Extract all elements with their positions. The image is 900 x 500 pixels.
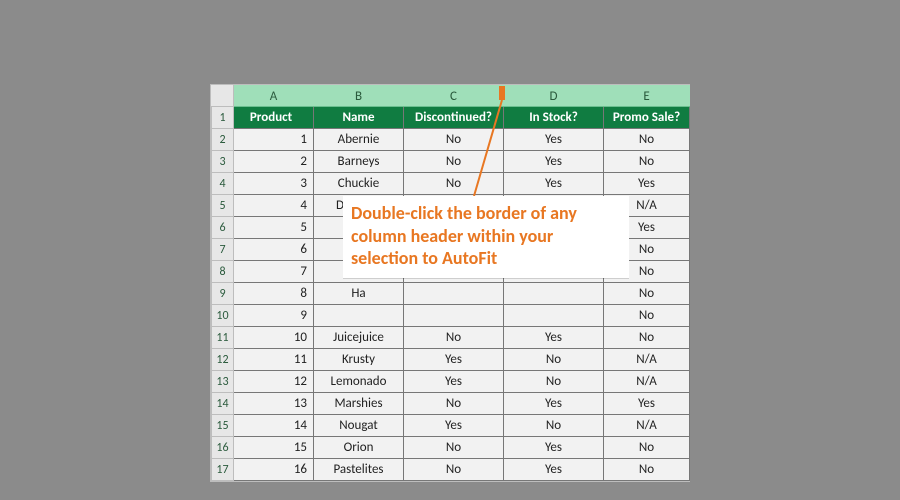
cell[interactable]: No [504, 415, 604, 437]
cell[interactable]: 14 [234, 415, 314, 437]
row-header[interactable]: 1 [212, 107, 234, 129]
cell[interactable]: No [404, 393, 504, 415]
column-header-B[interactable]: B [314, 86, 404, 107]
row-header[interactable]: 3 [212, 151, 234, 173]
cell[interactable]: Yes [504, 327, 604, 349]
cell[interactable]: 11 [234, 349, 314, 371]
cell[interactable]: Yes [404, 415, 504, 437]
row-header[interactable]: 10 [212, 305, 234, 327]
cell[interactable]: Abernie [314, 129, 404, 151]
cell[interactable]: No [404, 437, 504, 459]
row-header[interactable]: 13 [212, 371, 234, 393]
row-header[interactable]: 11 [212, 327, 234, 349]
row-header[interactable]: 16 [212, 437, 234, 459]
cell[interactable]: Yes [504, 459, 604, 481]
cell[interactable]: No [404, 327, 504, 349]
cell[interactable]: No [504, 371, 604, 393]
row-header[interactable]: 5 [212, 195, 234, 217]
cell[interactable]: 16 [234, 459, 314, 481]
cell[interactable]: 8 [234, 283, 314, 305]
cell[interactable]: Yes [504, 437, 604, 459]
cell[interactable]: 1 [234, 129, 314, 151]
select-all-corner[interactable] [212, 86, 234, 107]
autofit-callout: Double-click the border of any column he… [343, 196, 629, 278]
row-header[interactable]: 9 [212, 283, 234, 305]
cell[interactable]: No [604, 305, 690, 327]
row-header[interactable]: 14 [212, 393, 234, 415]
cell[interactable]: 3 [234, 173, 314, 195]
cell[interactable] [504, 283, 604, 305]
cell[interactable]: N/A [604, 371, 690, 393]
cell[interactable]: No [604, 459, 690, 481]
row-header[interactable]: 12 [212, 349, 234, 371]
cell[interactable]: 4 [234, 195, 314, 217]
cell[interactable]: No [404, 459, 504, 481]
cell[interactable]: Yes [404, 371, 504, 393]
cell[interactable]: N/A [604, 415, 690, 437]
row-header[interactable]: 2 [212, 129, 234, 151]
cell[interactable]: 10 [234, 327, 314, 349]
cell[interactable]: Krusty [314, 349, 404, 371]
cell[interactable]: Nougat [314, 415, 404, 437]
cell[interactable]: Yes [604, 393, 690, 415]
cell[interactable]: 6 [234, 239, 314, 261]
cell[interactable]: Ha [314, 283, 404, 305]
cell[interactable]: No [604, 129, 690, 151]
cell[interactable]: 15 [234, 437, 314, 459]
cell[interactable] [314, 305, 404, 327]
column-header-A[interactable]: A [234, 86, 314, 107]
cell[interactable]: No [604, 327, 690, 349]
cell[interactable]: Barneys [314, 151, 404, 173]
table-header-cell[interactable]: Promo Sale? [604, 107, 690, 129]
cell[interactable]: Yes [504, 173, 604, 195]
cell[interactable]: 5 [234, 217, 314, 239]
cell[interactable]: 12 [234, 371, 314, 393]
cell[interactable] [404, 305, 504, 327]
cell[interactable]: 2 [234, 151, 314, 173]
row-header[interactable]: 6 [212, 217, 234, 239]
table-header-cell[interactable]: In Stock? [504, 107, 604, 129]
column-header-D[interactable]: D [504, 86, 604, 107]
row-header[interactable]: 4 [212, 173, 234, 195]
table-header-cell[interactable]: Name [314, 107, 404, 129]
table-header-cell[interactable]: Product [234, 107, 314, 129]
cell[interactable]: Yes [504, 151, 604, 173]
cell[interactable]: Pastelites [314, 459, 404, 481]
row-header[interactable]: 15 [212, 415, 234, 437]
cell[interactable]: No [604, 437, 690, 459]
cell[interactable] [404, 283, 504, 305]
cell[interactable]: 7 [234, 261, 314, 283]
cell[interactable]: 9 [234, 305, 314, 327]
cell[interactable]: No [404, 129, 504, 151]
cell[interactable]: Yes [604, 173, 690, 195]
row-header[interactable]: 17 [212, 459, 234, 481]
row-header[interactable]: 8 [212, 261, 234, 283]
spreadsheet-grid[interactable]: ABCDE1ProductNameDiscontinued?In Stock?P… [210, 84, 690, 482]
cell[interactable]: No [404, 173, 504, 195]
cell[interactable]: No [604, 283, 690, 305]
cell[interactable]: Orion [314, 437, 404, 459]
cell[interactable]: Yes [504, 129, 604, 151]
autofit-border-marker[interactable] [499, 86, 505, 100]
row-header[interactable]: 7 [212, 239, 234, 261]
cell[interactable]: N/A [604, 349, 690, 371]
cell[interactable]: 13 [234, 393, 314, 415]
cell[interactable]: Yes [504, 393, 604, 415]
cell[interactable]: No [604, 151, 690, 173]
cell[interactable]: Marshies [314, 393, 404, 415]
cell[interactable]: Chuckie [314, 173, 404, 195]
table-header-cell[interactable]: Discontinued? [404, 107, 504, 129]
column-header-E[interactable]: E [604, 86, 690, 107]
cell[interactable]: No [504, 349, 604, 371]
callout-text: Double-click the border of any column he… [351, 202, 577, 269]
cell[interactable]: Lemonado [314, 371, 404, 393]
cell[interactable]: Yes [404, 349, 504, 371]
cell[interactable]: Juicejuice [314, 327, 404, 349]
cell[interactable]: No [404, 151, 504, 173]
column-header-C[interactable]: C [404, 86, 504, 107]
cell[interactable] [504, 305, 604, 327]
